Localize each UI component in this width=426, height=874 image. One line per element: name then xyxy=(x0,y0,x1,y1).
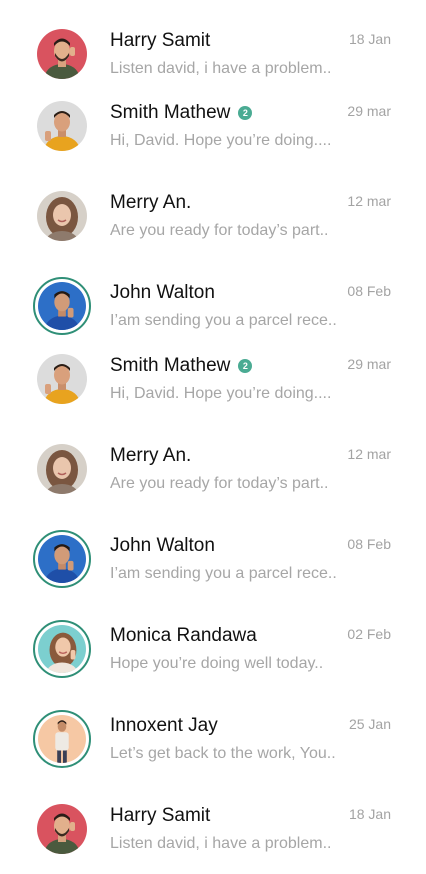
avatar xyxy=(37,804,87,854)
message-preview: Listen david, i have a problem.. xyxy=(110,60,332,77)
chat-item[interactable]: Monica Randawa 02 Feb Hope you’re doing … xyxy=(0,620,426,694)
avatar-with-story-ring xyxy=(33,710,91,768)
message-date: 18 Jan xyxy=(348,31,391,47)
message-preview: Are you ready for today’s part.. xyxy=(110,475,329,492)
message-preview: Let’s get back to the work, You.. xyxy=(110,745,336,762)
contact-name: Harry Samit xyxy=(110,805,211,826)
avatar xyxy=(37,191,87,241)
message-preview: Hi, David. Hope you’re doing.... xyxy=(110,385,332,402)
chat-item[interactable]: Smith Mathew 2 29 mar Hi, David. Hope you… xyxy=(0,354,426,424)
chat-item[interactable]: Innoxent Jay 25 Jan Let’s get back to th… xyxy=(0,710,426,784)
avatar-with-story-ring xyxy=(33,277,91,335)
message-date: 12 mar xyxy=(347,446,391,462)
avatar xyxy=(37,29,87,79)
message-preview: Hope you’re doing well today.. xyxy=(110,655,324,672)
contact-name: John Walton xyxy=(110,535,215,556)
message-date: 29 mar xyxy=(347,356,391,372)
message-date: 29 mar xyxy=(347,103,391,119)
avatar xyxy=(37,354,87,404)
message-date: 02 Feb xyxy=(347,626,391,642)
message-preview: Listen david, i have a problem.. xyxy=(110,835,332,852)
unread-badge: 2 xyxy=(238,359,253,373)
chat-item[interactable]: John Walton 08 Feb I’am sending you a pa… xyxy=(0,530,426,604)
chat-item[interactable]: Harry Samit 18 Jan Listen david, i have … xyxy=(0,804,426,874)
chat-item[interactable]: Harry Samit 18 Jan Listen david, i have … xyxy=(0,29,426,99)
chat-item[interactable]: Merry An. 12 mar Are you ready for today… xyxy=(0,444,426,514)
chat-item[interactable]: John Walton 08 Feb I’am sending you a pa… xyxy=(0,277,426,351)
contact-name: Smith Mathew 2 xyxy=(110,354,253,378)
message-date: 08 Feb xyxy=(347,536,391,552)
unread-badge: 2 xyxy=(238,106,253,120)
message-date: 25 Jan xyxy=(348,716,391,732)
contact-name: Harry Samit xyxy=(110,30,211,51)
avatar-with-story-ring xyxy=(33,530,91,588)
chat-item[interactable]: Merry An. 12 mar Are you ready for today… xyxy=(0,191,426,261)
chat-item[interactable]: Smith Mathew 2 29 mar Hi, David. Hope you… xyxy=(0,101,426,171)
avatar xyxy=(37,444,87,494)
contact-name: John Walton xyxy=(110,282,215,303)
contact-name: Merry An. xyxy=(110,445,192,466)
contact-name: Innoxent Jay xyxy=(110,715,218,736)
message-preview: I’am sending you a parcel rece.. xyxy=(110,565,337,582)
avatar-with-story-ring xyxy=(33,620,91,678)
avatar xyxy=(37,101,87,151)
message-preview: Hi, David. Hope you’re doing.... xyxy=(110,132,332,149)
message-date: 18 Jan xyxy=(348,806,391,822)
message-preview: Are you ready for today’s part.. xyxy=(110,222,329,239)
contact-name: Smith Mathew 2 xyxy=(110,101,253,125)
message-date: 08 Feb xyxy=(347,283,391,299)
contact-name: Merry An. xyxy=(110,192,192,213)
message-date: 12 mar xyxy=(347,193,391,209)
message-preview: I’am sending you a parcel rece.. xyxy=(110,312,337,329)
chat-list: Harry Samit 18 Jan Listen david, i have … xyxy=(0,0,426,854)
contact-name: Monica Randawa xyxy=(110,625,257,646)
